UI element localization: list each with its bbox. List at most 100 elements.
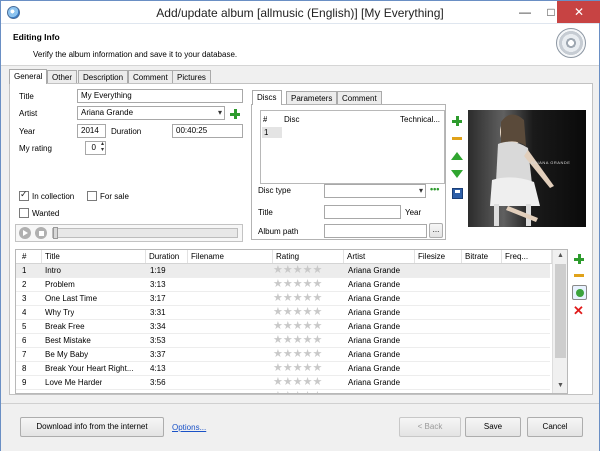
scroll-down-icon[interactable]: ▼ [557,382,564,389]
disc-col-num: # [263,115,268,124]
scroll-up-icon[interactable]: ▲ [557,252,564,259]
add-artist-icon[interactable] [230,109,240,119]
browse-path-button[interactable]: ... [429,223,443,238]
disc-type-more-icon[interactable]: ••• [430,184,439,194]
delete-track-icon[interactable]: ✕ [573,304,584,317]
download-info-button[interactable]: Download info from the internet [20,417,164,437]
track-num: 5 [22,322,27,331]
track-rating-stars[interactable]: ★★★★★ [273,377,322,388]
tab-general[interactable]: General [9,69,48,84]
add-track-icon[interactable] [574,254,584,264]
move-disc-up-icon[interactable] [451,152,463,160]
in-collection-label: In collection [32,192,75,201]
title-label: Title [19,92,34,101]
track-duration: 4:13 [150,364,166,373]
back-button[interactable]: < Back [399,417,461,437]
artist-select[interactable]: Ariana Grande [77,106,225,120]
col-filesize[interactable]: Filesize [415,250,462,263]
col-freq[interactable]: Freq... [502,250,552,263]
track-artist: Ariana Grande [348,266,401,275]
track-artist: Ariana Grande [348,294,401,303]
col-num[interactable]: # [19,250,42,263]
title-bar: Add/update album [allmusic (English)] [M… [1,1,600,24]
edit-track-button[interactable] [572,285,587,300]
scroll-thumb[interactable] [555,264,566,358]
title-input[interactable]: My Everything [77,89,243,103]
cd-icon [556,28,586,58]
table-row[interactable]: 4 Why Try 3:31 Ariana Grande ★★★★★ [16,306,550,320]
track-num: 8 [22,364,27,373]
album-path-input[interactable] [324,224,427,238]
track-artist: Ariana Grande [348,308,401,317]
table-row[interactable]: 5 Break Free 3:34 Ariana Grande ★★★★★ [16,320,550,334]
footer-bar: Download info from the internet Options.… [1,403,599,451]
year-input[interactable]: 2014 [77,124,106,138]
move-disc-down-icon[interactable] [451,170,463,178]
track-duration: 3:31 [150,308,166,317]
tab-description[interactable]: Description [78,70,129,84]
track-rating-stars[interactable]: ★★★★★ [273,321,322,332]
tab-disc-comment[interactable]: Comment [337,91,382,105]
track-rating-stars[interactable]: ★★★★★ [273,307,322,318]
col-artist[interactable]: Artist [344,250,415,263]
album-cover-image[interactable]: ARIANA GRANDE [468,110,586,227]
col-rating[interactable]: Rating [273,250,344,263]
remove-disc-icon[interactable] [452,137,462,140]
position-slider[interactable] [52,227,238,239]
track-rating-stars[interactable]: ★★★★★ [273,265,322,276]
stop-icon[interactable] [35,227,47,239]
minimize-button[interactable]: — [511,1,539,23]
track-rating-stars[interactable]: ★★★★★ [273,279,322,290]
track-duration: 3:34 [150,322,166,331]
track-num: 9 [22,378,27,387]
col-duration[interactable]: Duration [146,250,188,263]
for-sale-label: For sale [100,192,129,201]
tab-comment[interactable]: Comment [128,70,173,84]
header-subtitle: Verify the album information and save it… [33,50,238,59]
options-link[interactable]: Options... [172,423,206,432]
col-bitrate[interactable]: Bitrate [462,250,502,263]
for-sale-checkbox[interactable] [87,191,97,201]
track-rating-stars[interactable]: ★★★★★ [273,335,322,346]
track-duration: 3:17 [150,294,166,303]
track-num: 10 [22,390,31,393]
track-rating-stars[interactable]: ★★★★★ [273,391,322,394]
table-row[interactable]: 2 Problem 3:13 Ariana Grande ★★★★★ [16,278,550,292]
discs-table: # Disc Technical... 1 [260,110,445,184]
track-artist: Ariana Grande [348,336,401,345]
add-disc-icon[interactable] [452,116,462,126]
save-button[interactable]: Save [465,417,521,437]
disc-title-label: Title [258,208,273,217]
col-filename[interactable]: Filename [188,250,273,263]
play-icon[interactable] [19,227,31,239]
duration-input[interactable]: 00:40:25 [172,124,243,138]
track-rating-stars[interactable]: ★★★★★ [273,293,322,304]
in-collection-checkbox[interactable] [19,189,29,201]
tab-parameters[interactable]: Parameters [286,91,338,105]
table-row[interactable]: 6 Best Mistake 3:53 Ariana Grande ★★★★★ [16,334,550,348]
rating-spinner[interactable]: 0 [85,141,106,155]
track-rating-stars[interactable]: ★★★★★ [273,363,322,374]
tracks-table: # Title Duration Filename Rating Artist … [15,249,568,394]
table-row[interactable]: 10 Just a Little Bit of Your... 3:52 Ariana… [16,390,550,394]
wanted-checkbox[interactable] [19,208,29,218]
remove-track-icon[interactable] [574,274,584,277]
disc-type-select[interactable] [324,184,426,198]
col-title[interactable]: Title [42,250,146,263]
tab-pictures[interactable]: Pictures [172,70,211,84]
table-row[interactable]: 1 Intro 1:19 Ariana Grande ★★★★★ [16,264,550,278]
cancel-button[interactable]: Cancel [527,417,583,437]
tracks-scrollbar[interactable]: ▲ ▼ [552,250,567,393]
table-row[interactable]: 7 Be My Baby 3:37 Ariana Grande ★★★★★ [16,348,550,362]
table-row[interactable]: 3 One Last Time 3:17 Ariana Grande ★★★★★ [16,292,550,306]
track-rating-stars[interactable]: ★★★★★ [273,349,322,360]
tab-other[interactable]: Other [47,70,78,84]
table-row[interactable]: 9 Love Me Harder 3:56 Ariana Grande ★★★★★ [16,376,550,390]
cover-text: ARIANA GRANDE [531,160,571,165]
disc-title-input[interactable] [324,205,401,219]
close-button[interactable]: ✕ [557,1,600,23]
save-disc-icon[interactable] [452,188,463,199]
table-row[interactable]: 8 Break Your Heart Right... 4:13 Ariana Gra… [16,362,550,376]
year-label: Year [19,127,36,136]
tab-discs[interactable]: Discs [252,90,282,105]
